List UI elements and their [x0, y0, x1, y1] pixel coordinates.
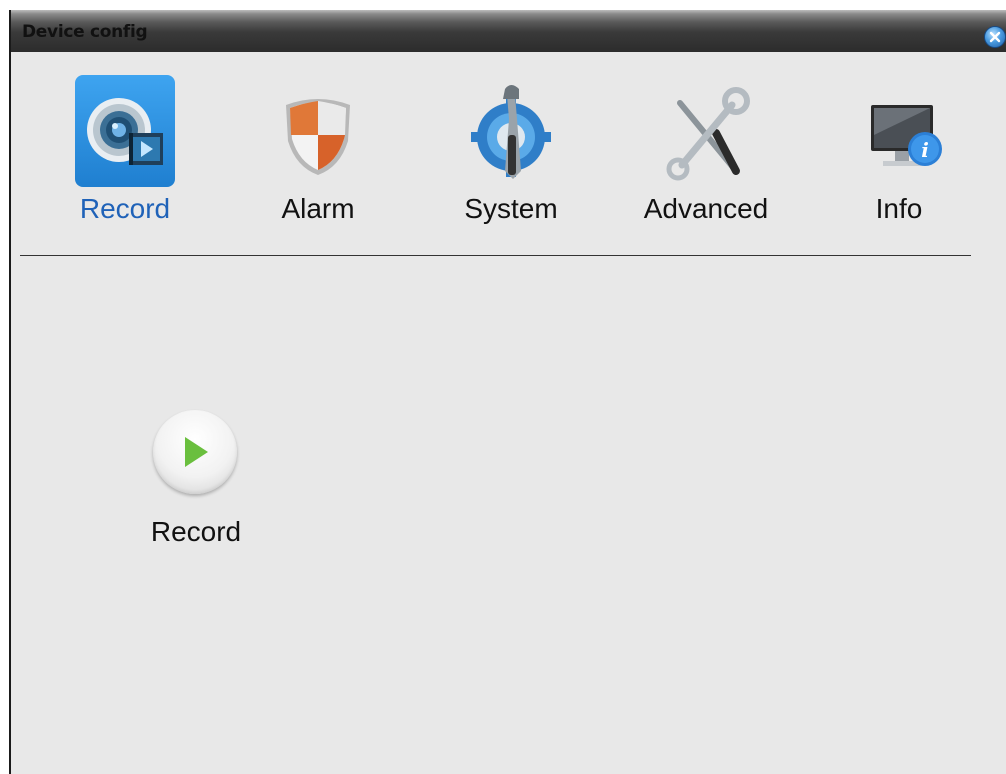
alarm-shield-icon — [268, 75, 368, 187]
tab-label-advanced: Advanced — [643, 193, 769, 224]
device-config-window: Device config Record Alarm System Advanc… — [9, 10, 1006, 774]
tab-info[interactable]: i Info — [829, 75, 969, 245]
record-play-button[interactable]: Record — [131, 410, 261, 570]
play-icon — [153, 410, 237, 494]
tab-system[interactable]: System — [441, 75, 581, 245]
tab-alarm[interactable]: Alarm — [248, 75, 388, 245]
system-gear-icon — [461, 75, 561, 187]
tab-advanced[interactable]: Advanced — [636, 75, 776, 245]
record-camera-icon — [75, 75, 175, 187]
tab-label-record: Record — [79, 193, 171, 224]
title-bar[interactable]: Device config — [11, 10, 1006, 52]
tab-label-system: System — [464, 193, 558, 224]
svg-text:i: i — [921, 138, 929, 162]
tab-label-alarm: Alarm — [281, 193, 355, 224]
info-monitor-icon: i — [849, 75, 949, 187]
advanced-tools-icon — [656, 75, 756, 187]
close-icon[interactable] — [984, 26, 1006, 48]
record-play-label: Record — [150, 516, 242, 547]
tab-record[interactable]: Record — [55, 75, 195, 245]
tab-label-info: Info — [875, 193, 923, 224]
tab-divider — [20, 255, 971, 256]
window-title: Device config — [22, 22, 148, 42]
